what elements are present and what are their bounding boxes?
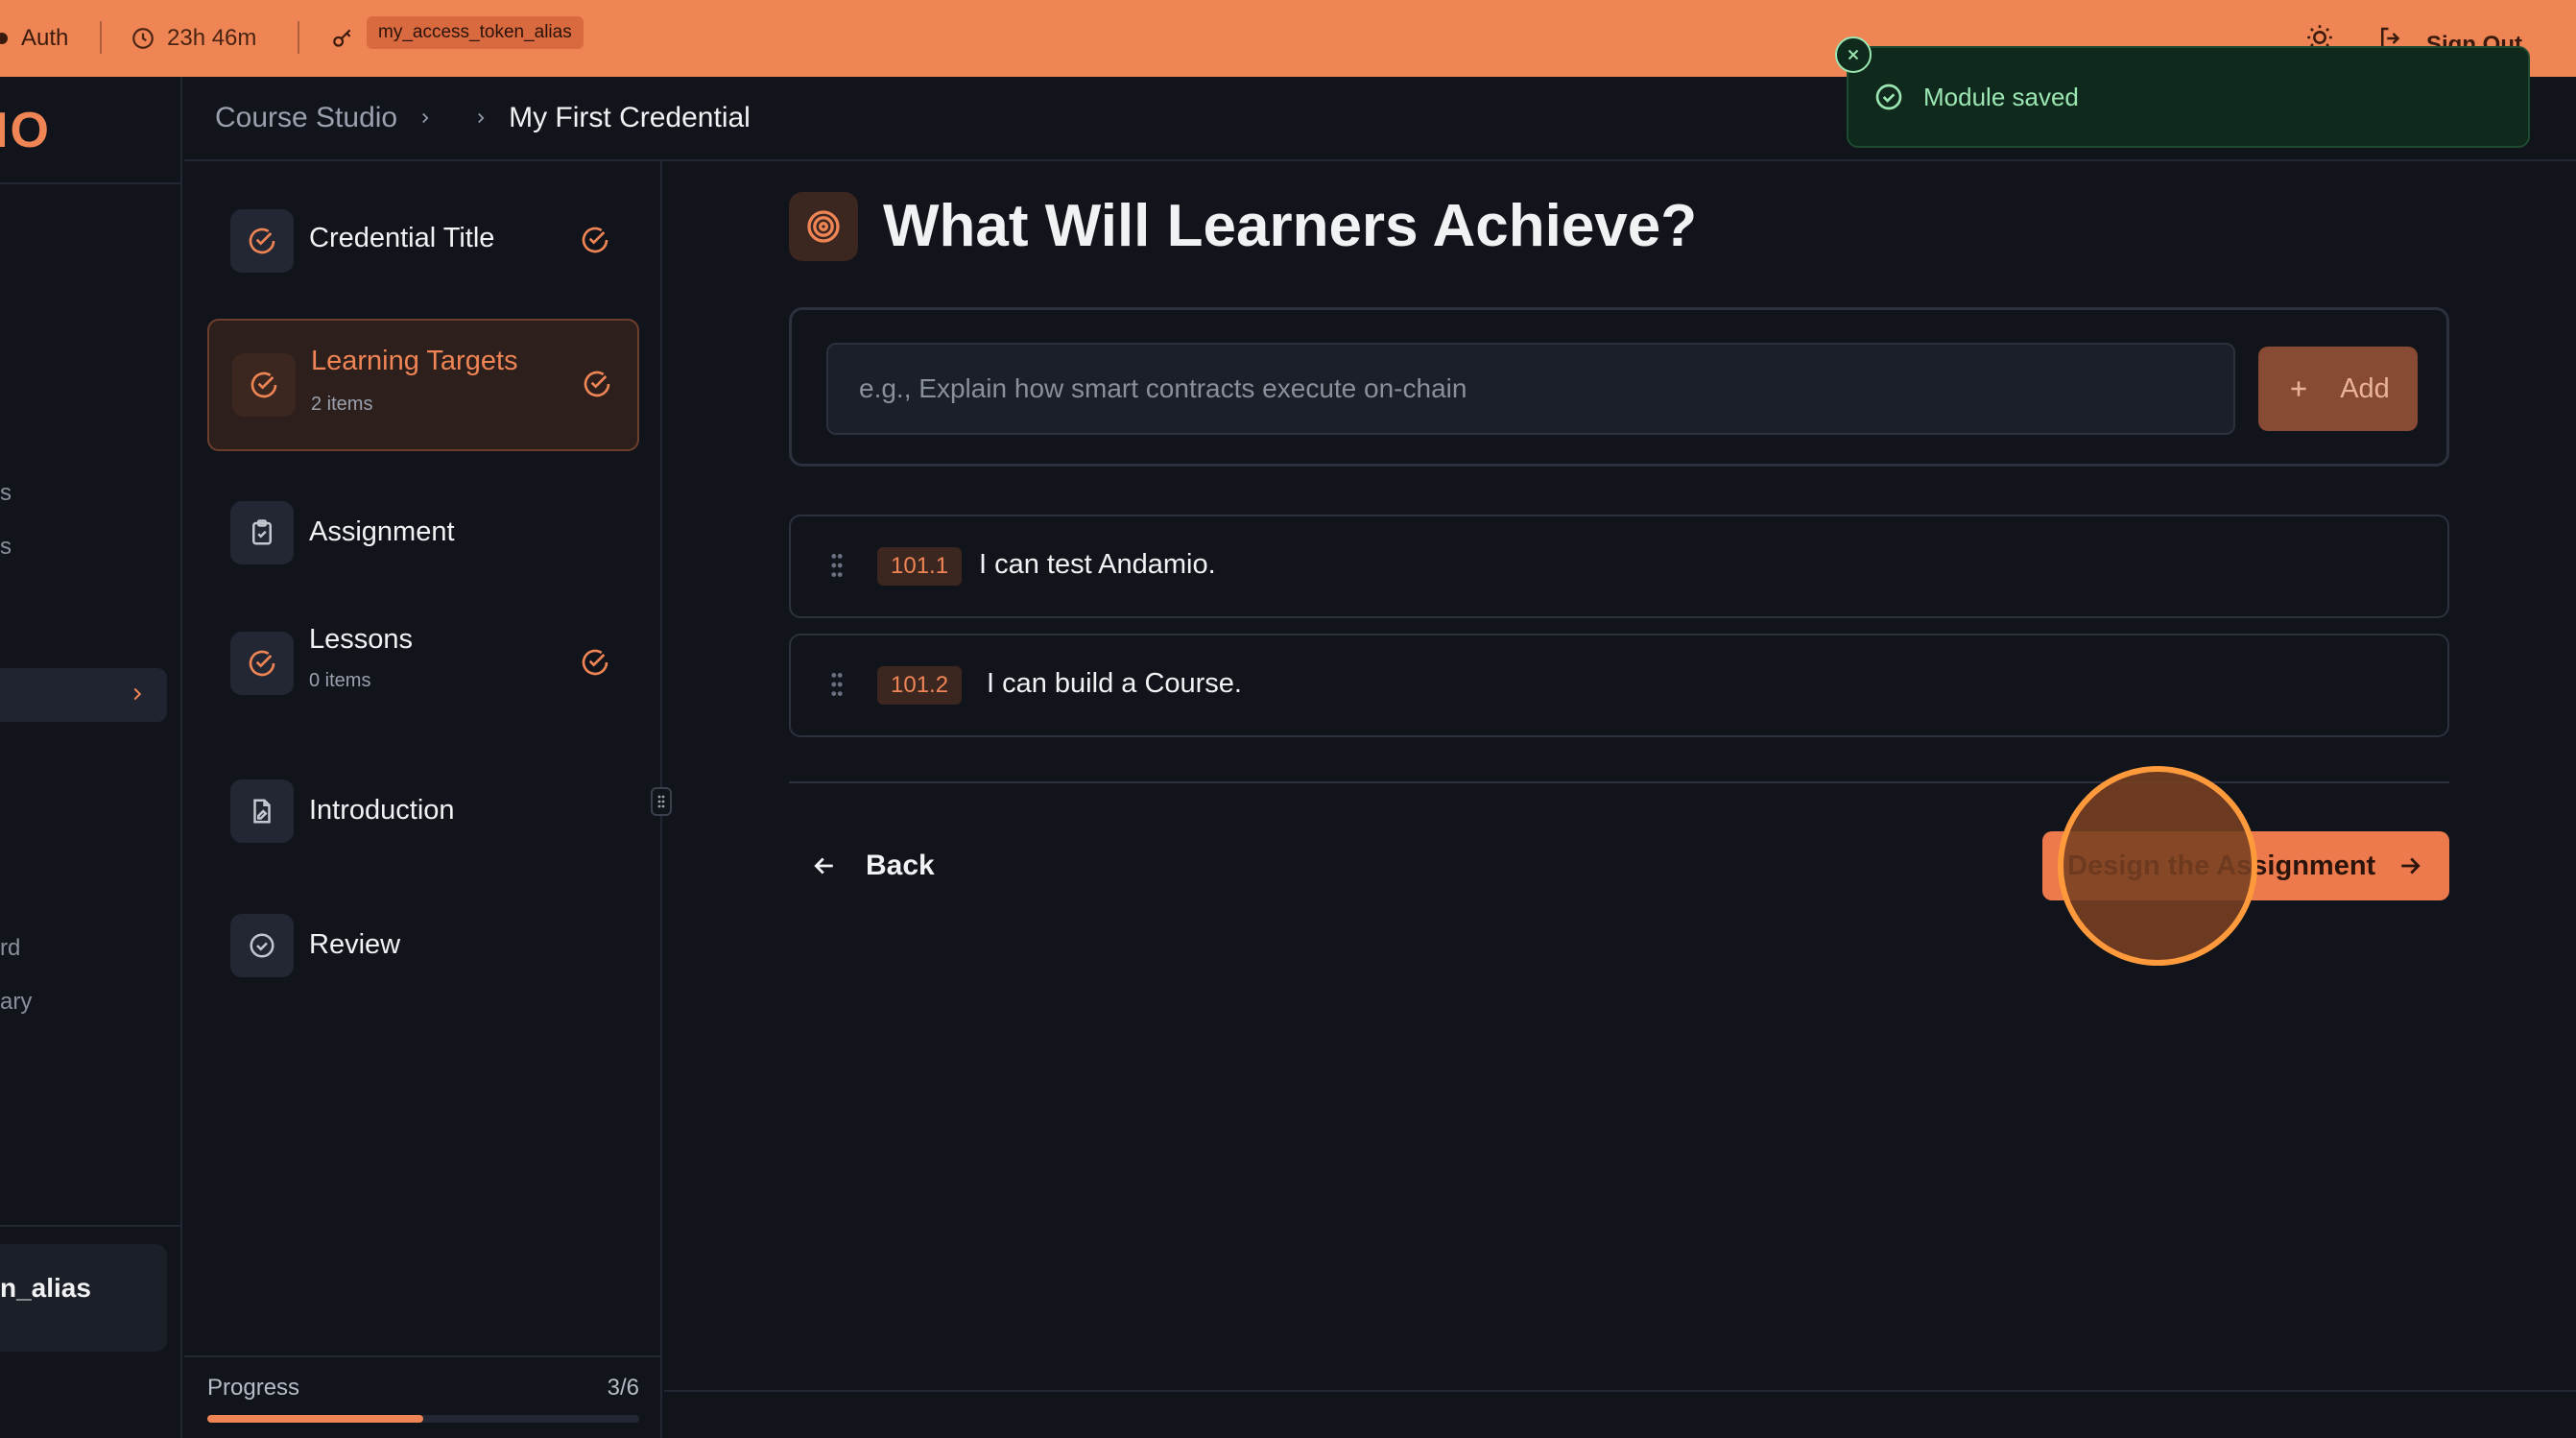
toast-notification: Module saved (1847, 46, 2530, 148)
breadcrumb-current: My First Credential (509, 102, 751, 133)
timer-label: 23h 46m (167, 25, 257, 51)
plus-icon (2291, 381, 2306, 396)
step-title: Introduction (309, 795, 455, 826)
step-item-count: 2 items (311, 394, 373, 415)
step-title: Assignment (309, 516, 455, 547)
user-alias: n_alias (0, 1273, 91, 1303)
step-assignment[interactable]: Assignment (207, 467, 639, 599)
token-alias-badge: my_access_token_alias (367, 16, 584, 49)
progress-label: Progress (207, 1375, 300, 1401)
back-button[interactable]: Back (810, 835, 935, 897)
click-indicator (2058, 766, 2257, 966)
sidebar-item[interactable]: ary (0, 989, 32, 1016)
target-text: I can build a Course. (987, 668, 1242, 699)
clock-icon (132, 28, 154, 49)
step-lessons[interactable]: Lessons 0 items (207, 597, 639, 730)
close-icon (1848, 49, 1859, 60)
sidebar-item[interactable]: s (0, 534, 12, 561)
logo: IO (0, 103, 51, 158)
step-title: Lessons (309, 624, 414, 655)
learning-target-row[interactable]: 101.1 I can test Andamio. (789, 515, 2449, 618)
step-title: Learning Targets (311, 346, 518, 376)
progress-value: 3/6 (607, 1375, 639, 1401)
step-introduction[interactable]: Introduction (207, 745, 639, 877)
add-button-label: Add (2340, 372, 2390, 404)
divider (664, 1390, 2576, 1392)
check-circle-icon (582, 227, 608, 253)
drag-handle-icon[interactable] (829, 551, 845, 580)
user-card[interactable]: n_alias (0, 1244, 167, 1352)
check-circle-icon (232, 353, 296, 417)
drag-handle-icon[interactable] (829, 670, 845, 699)
chevron-right-icon (472, 109, 489, 127)
learning-target-row[interactable]: 101.2 I can build a Course. (789, 634, 2449, 737)
status-dot-icon (0, 33, 8, 44)
check-circle-icon (584, 371, 610, 397)
clipboard-icon (230, 501, 294, 564)
divider (0, 182, 182, 184)
page-title: What Will Learners Achieve? (883, 193, 1698, 259)
sidebar-item-active[interactable] (0, 668, 167, 722)
steps-panel: Credential Title Learning Targets 2 item… (184, 161, 662, 1438)
divider (100, 21, 102, 54)
target-code-badge: 101.2 (877, 666, 963, 705)
target-icon (789, 192, 858, 261)
add-button[interactable]: Add (2258, 347, 2418, 431)
circle-check-icon (230, 914, 294, 977)
app-sidebar: IO s s rd ary n_alias (0, 77, 182, 1438)
chevron-right-icon (417, 109, 434, 127)
session-timer: 23h 46m (131, 0, 256, 77)
target-code-badge: 101.1 (877, 547, 963, 586)
step-credential-title[interactable]: Credential Title (207, 173, 639, 305)
step-learning-targets[interactable]: Learning Targets 2 items (207, 319, 639, 451)
divider (298, 21, 299, 54)
success-check-icon (1875, 84, 1902, 110)
access-token: my_access_token_alias (330, 0, 584, 77)
breadcrumb-course-studio[interactable]: Course Studio (215, 102, 397, 134)
key-icon (333, 29, 351, 47)
toast-message: Module saved (1923, 82, 2079, 111)
target-text: I can test Andamio. (979, 549, 1216, 580)
check-circle-icon (230, 209, 294, 273)
auth-status: Auth (0, 0, 68, 77)
resize-handle[interactable] (651, 787, 672, 816)
progress-bar (207, 1415, 639, 1423)
toast-close-button[interactable] (1835, 36, 1872, 73)
progress-section: Progress 3/6 (184, 1355, 662, 1438)
divider (0, 1225, 182, 1227)
arrow-left-icon (814, 857, 833, 875)
step-item-count: 0 items (309, 670, 371, 691)
progress-fill (207, 1415, 423, 1423)
auth-label: Auth (21, 25, 69, 51)
check-circle-icon (582, 649, 608, 676)
grip-icon (657, 795, 665, 808)
check-circle-icon (230, 632, 294, 695)
step-review[interactable]: Review (207, 879, 639, 1012)
back-label: Back (866, 850, 935, 881)
step-title: Credential Title (309, 223, 495, 253)
step-title: Review (309, 929, 401, 960)
add-target-card: Add (789, 307, 2449, 467)
chevron-right-icon (133, 687, 142, 701)
arrow-right-icon (2401, 857, 2421, 875)
learning-target-input[interactable] (826, 343, 2235, 435)
sidebar-item[interactable]: rd (0, 935, 20, 962)
document-icon (230, 779, 294, 843)
sidebar-item[interactable]: s (0, 480, 12, 507)
